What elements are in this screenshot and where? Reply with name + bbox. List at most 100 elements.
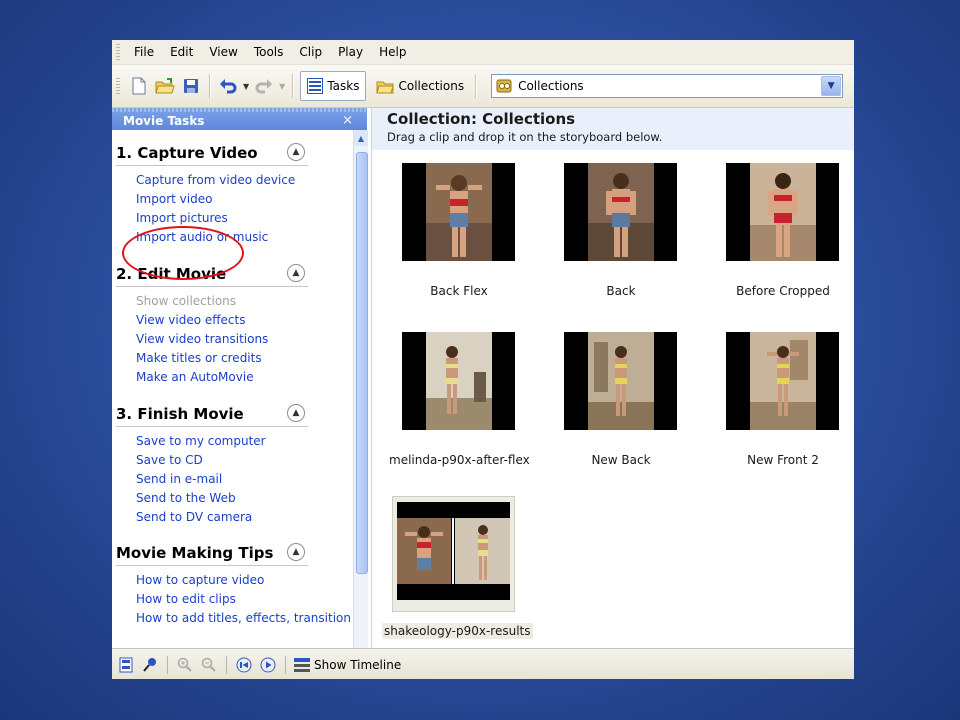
collapse-chevron-icon[interactable]: ▲ xyxy=(287,143,305,161)
collection-dropdown[interactable]: Collections ▼ xyxy=(491,74,844,98)
toolbar-grip[interactable] xyxy=(116,78,120,94)
clip-thumbnail[interactable] xyxy=(397,502,510,600)
clip-item[interactable]: New Front 2 xyxy=(713,332,843,472)
undo-dropdown-icon[interactable]: ▼ xyxy=(243,82,249,91)
menu-tools[interactable]: Tools xyxy=(246,45,292,59)
link-save-to-computer[interactable]: Save to my computer xyxy=(136,434,266,448)
open-project-button[interactable] xyxy=(154,75,176,97)
save-icon xyxy=(184,79,198,93)
toolbar-separator xyxy=(292,74,294,98)
set-audio-levels-button[interactable] xyxy=(140,655,160,675)
menu-play[interactable]: Play xyxy=(330,45,371,59)
timeline-icon xyxy=(294,657,310,672)
clip-thumbnail[interactable] xyxy=(726,163,839,261)
bottom-separator xyxy=(226,655,227,674)
scrollbar-thumb[interactable] xyxy=(356,152,368,574)
redo-icon xyxy=(255,79,273,94)
collections-button[interactable]: Collections xyxy=(370,72,470,100)
clip-item[interactable]: melinda-p90x-after-flex xyxy=(389,332,530,472)
menu-clip[interactable]: Clip xyxy=(291,45,330,59)
storyboard-button[interactable] xyxy=(116,655,136,675)
section-title: 3. Finish Movie xyxy=(116,405,244,423)
bottom-separator xyxy=(167,655,168,674)
collection-header: Collection: Collections Drag a clip and … xyxy=(372,108,854,150)
section-finish-movie[interactable]: 3. Finish Movie ▲ xyxy=(116,401,308,427)
collapse-chevron-icon[interactable]: ▲ xyxy=(287,543,305,561)
link-import-audio[interactable]: Import audio or music xyxy=(136,230,268,244)
collection-title: Collection: Collections xyxy=(387,110,576,128)
link-how-edit[interactable]: How to edit clips xyxy=(136,592,236,606)
clip-label: shakeology-p90x-results xyxy=(382,623,533,639)
new-project-button[interactable] xyxy=(128,75,150,97)
menu-help[interactable]: Help xyxy=(371,45,414,59)
zoom-in-button[interactable] xyxy=(175,655,195,675)
link-capture-from-device[interactable]: Capture from video device xyxy=(136,173,295,187)
link-send-email[interactable]: Send in e-mail xyxy=(136,472,222,486)
scroll-up-icon[interactable]: ▲ xyxy=(354,130,368,146)
link-view-video-transitions[interactable]: View video transitions xyxy=(136,332,268,346)
tasks-icon xyxy=(307,78,324,94)
folder-icon xyxy=(376,81,395,93)
link-send-dv-camera[interactable]: Send to DV camera xyxy=(136,510,252,524)
clip-photo xyxy=(750,332,816,430)
clip-thumbnail[interactable] xyxy=(402,332,515,430)
film-reel-icon xyxy=(496,79,512,93)
chevron-down-icon[interactable]: ▼ xyxy=(821,76,842,96)
clip-item[interactable]: Before Cropped xyxy=(713,163,843,303)
movie-tasks-body: 1. Capture Video ▲ Capture from video de… xyxy=(112,130,350,648)
link-import-video[interactable]: Import video xyxy=(136,192,212,206)
task-pane-scrollbar[interactable]: ▲ xyxy=(353,130,368,648)
toolbar-separator xyxy=(209,74,210,98)
header-dots xyxy=(112,108,367,112)
link-save-to-cd[interactable]: Save to CD xyxy=(136,453,203,467)
menu-file[interactable]: File xyxy=(126,45,162,59)
collection-dropdown-value: Collections xyxy=(518,79,584,93)
section-divider xyxy=(116,565,308,566)
redo-dropdown-icon[interactable]: ▼ xyxy=(279,82,285,91)
collapse-chevron-icon[interactable]: ▲ xyxy=(287,264,305,282)
clip-thumbnail[interactable] xyxy=(402,163,515,261)
clip-label: Before Cropped xyxy=(736,284,830,298)
undo-icon xyxy=(220,79,237,94)
menu-grip[interactable] xyxy=(116,44,120,60)
save-project-button[interactable] xyxy=(180,75,202,97)
section-divider xyxy=(116,165,308,166)
clip-item[interactable]: Back Flex xyxy=(389,163,519,303)
menu-view[interactable]: View xyxy=(201,45,245,59)
undo-button[interactable] xyxy=(217,75,239,97)
tasks-button[interactable]: Tasks xyxy=(300,71,367,101)
section-capture-video[interactable]: 1. Capture Video ▲ xyxy=(116,140,308,166)
clip-item-selected[interactable]: shakeology-p90x-results xyxy=(382,496,533,652)
clip-thumbnail[interactable] xyxy=(564,163,677,261)
zoom-out-icon xyxy=(201,657,216,672)
zoom-out-button[interactable] xyxy=(199,655,219,675)
section-movie-tips[interactable]: Movie Making Tips ▲ xyxy=(116,540,308,566)
clip-photo xyxy=(397,502,510,600)
redo-button[interactable] xyxy=(253,75,275,97)
clip-label: Back xyxy=(606,284,636,298)
link-make-titles[interactable]: Make titles or credits xyxy=(136,351,262,365)
play-storyboard-button[interactable] xyxy=(258,655,278,675)
clip-photo xyxy=(426,163,492,261)
link-how-capture[interactable]: How to capture video xyxy=(136,573,264,587)
section-divider xyxy=(116,426,308,427)
section-edit-movie[interactable]: 2. Edit Movie ▲ xyxy=(116,261,308,287)
link-view-video-effects[interactable]: View video effects xyxy=(136,313,245,327)
storyboard-toolbar: Show Timeline xyxy=(112,648,854,679)
link-import-pictures[interactable]: Import pictures xyxy=(136,211,228,225)
collapse-chevron-icon[interactable]: ▲ xyxy=(287,404,305,422)
clip-item[interactable]: Back xyxy=(551,163,681,303)
clip-item[interactable]: New Back xyxy=(551,332,681,472)
menu-edit[interactable]: Edit xyxy=(162,45,201,59)
rewind-button[interactable] xyxy=(234,655,254,675)
movie-tasks-header: Movie Tasks × xyxy=(112,108,367,130)
close-pane-icon[interactable]: × xyxy=(342,113,353,128)
link-send-web[interactable]: Send to the Web xyxy=(136,491,236,505)
show-timeline-button[interactable]: Show Timeline xyxy=(293,655,401,675)
link-make-automovie[interactable]: Make an AutoMovie xyxy=(136,370,254,384)
clip-thumbnail[interactable] xyxy=(564,332,677,430)
link-how-add-titles[interactable]: How to add titles, effects, transitions xyxy=(136,611,350,625)
section-title: Movie Making Tips xyxy=(116,544,274,562)
clip-thumbnail[interactable] xyxy=(726,332,839,430)
section-title: 2. Edit Movie xyxy=(116,265,227,283)
